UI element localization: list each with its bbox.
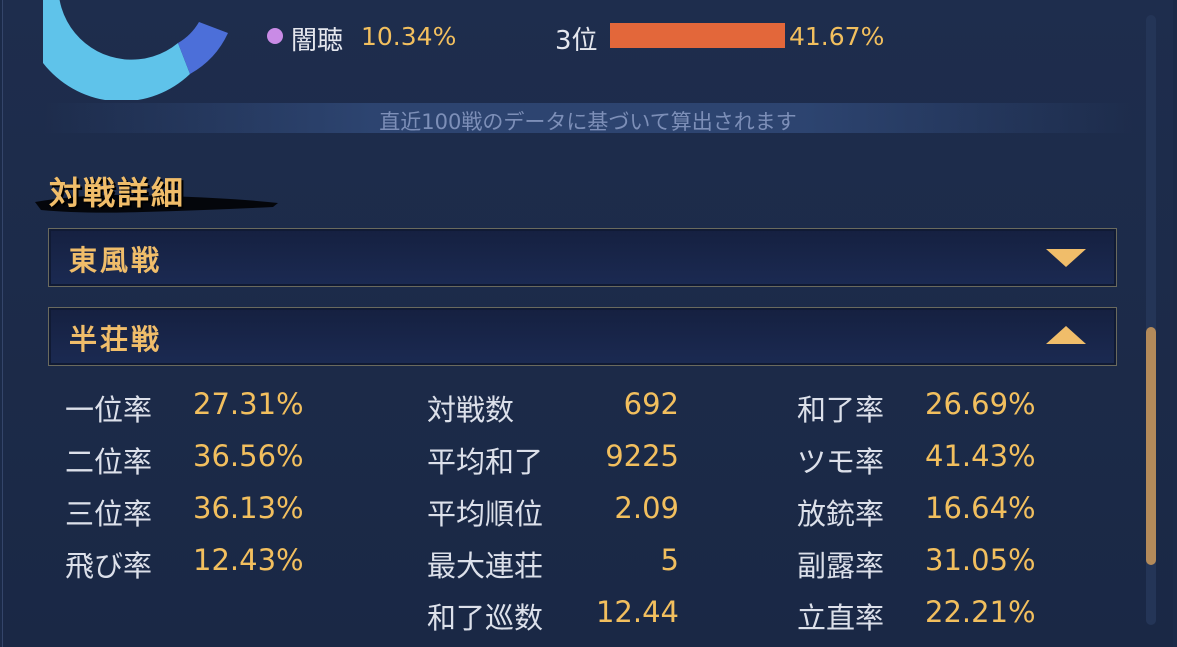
- stat-value: 41.43%: [925, 439, 1036, 473]
- legend-dot-icon: [267, 28, 283, 44]
- accordion-title: 半荘戦: [69, 323, 163, 356]
- stat-label: 立直率: [797, 601, 885, 635]
- data-note-banner: 直近100戦のデータに基づいて算出されます: [43, 103, 1133, 134]
- stat-value: 36.56%: [193, 439, 304, 473]
- stat-label: 飛び率: [65, 549, 153, 583]
- donut-segment-light: [43, 0, 190, 100]
- section-title: 対戦詳細: [49, 174, 186, 212]
- stat-value: 22.21%: [925, 595, 1036, 629]
- stat-label: 和了率: [797, 393, 885, 427]
- stat-value: 12.43%: [193, 543, 304, 577]
- stat-label: ツモ率: [797, 445, 885, 479]
- stat-value: 27.31%: [193, 387, 304, 421]
- legend-value: 10.34%: [361, 22, 457, 51]
- stat-value: 5: [660, 543, 679, 577]
- stat-value: 692: [623, 387, 679, 421]
- stat-label: 副露率: [797, 549, 885, 583]
- stat-label: 平均順位: [427, 497, 544, 531]
- stat-value: 16.64%: [925, 491, 1036, 525]
- stat-label: 放銃率: [797, 497, 885, 531]
- stat-label: 最大連荘: [427, 549, 544, 583]
- stat-value: 26.69%: [925, 387, 1036, 421]
- stat-value: 31.05%: [925, 543, 1036, 577]
- stat-label: 和了巡数: [427, 601, 544, 635]
- stat-label: 二位率: [65, 445, 153, 479]
- stat-label: 一位率: [65, 393, 153, 427]
- stat-value: 12.44: [595, 595, 679, 629]
- ranking-donut-chart: [43, 0, 228, 100]
- data-note-text: 直近100戦のデータに基づいて算出されます: [379, 110, 797, 134]
- stats-panel: 闇聴 10.34% 3位 41.67% 直近100戦のデータに基づいて算出されま…: [2, 0, 1173, 647]
- stat-value: 36.13%: [193, 491, 304, 525]
- stat-value: 9225: [605, 439, 679, 473]
- rank-bar: [610, 23, 785, 48]
- stat-label: 平均和了: [427, 445, 544, 479]
- rank-value: 41.67%: [789, 22, 885, 51]
- accordion-south-round[interactable]: 半荘戦: [48, 307, 1117, 366]
- stat-label: 対戦数: [427, 393, 515, 427]
- accordion-title: 東風戦: [69, 244, 163, 277]
- stat-label: 三位率: [65, 497, 153, 531]
- rank-label: 3位: [555, 26, 598, 56]
- stat-value: 2.09: [614, 491, 679, 525]
- triangle-down-icon[interactable]: [1046, 249, 1086, 269]
- triangle-up-icon[interactable]: [1046, 326, 1086, 346]
- scrollbar-thumb[interactable]: [1146, 327, 1156, 565]
- accordion-east-round[interactable]: 東風戦: [48, 228, 1117, 287]
- legend-label: 闇聴: [291, 26, 344, 56]
